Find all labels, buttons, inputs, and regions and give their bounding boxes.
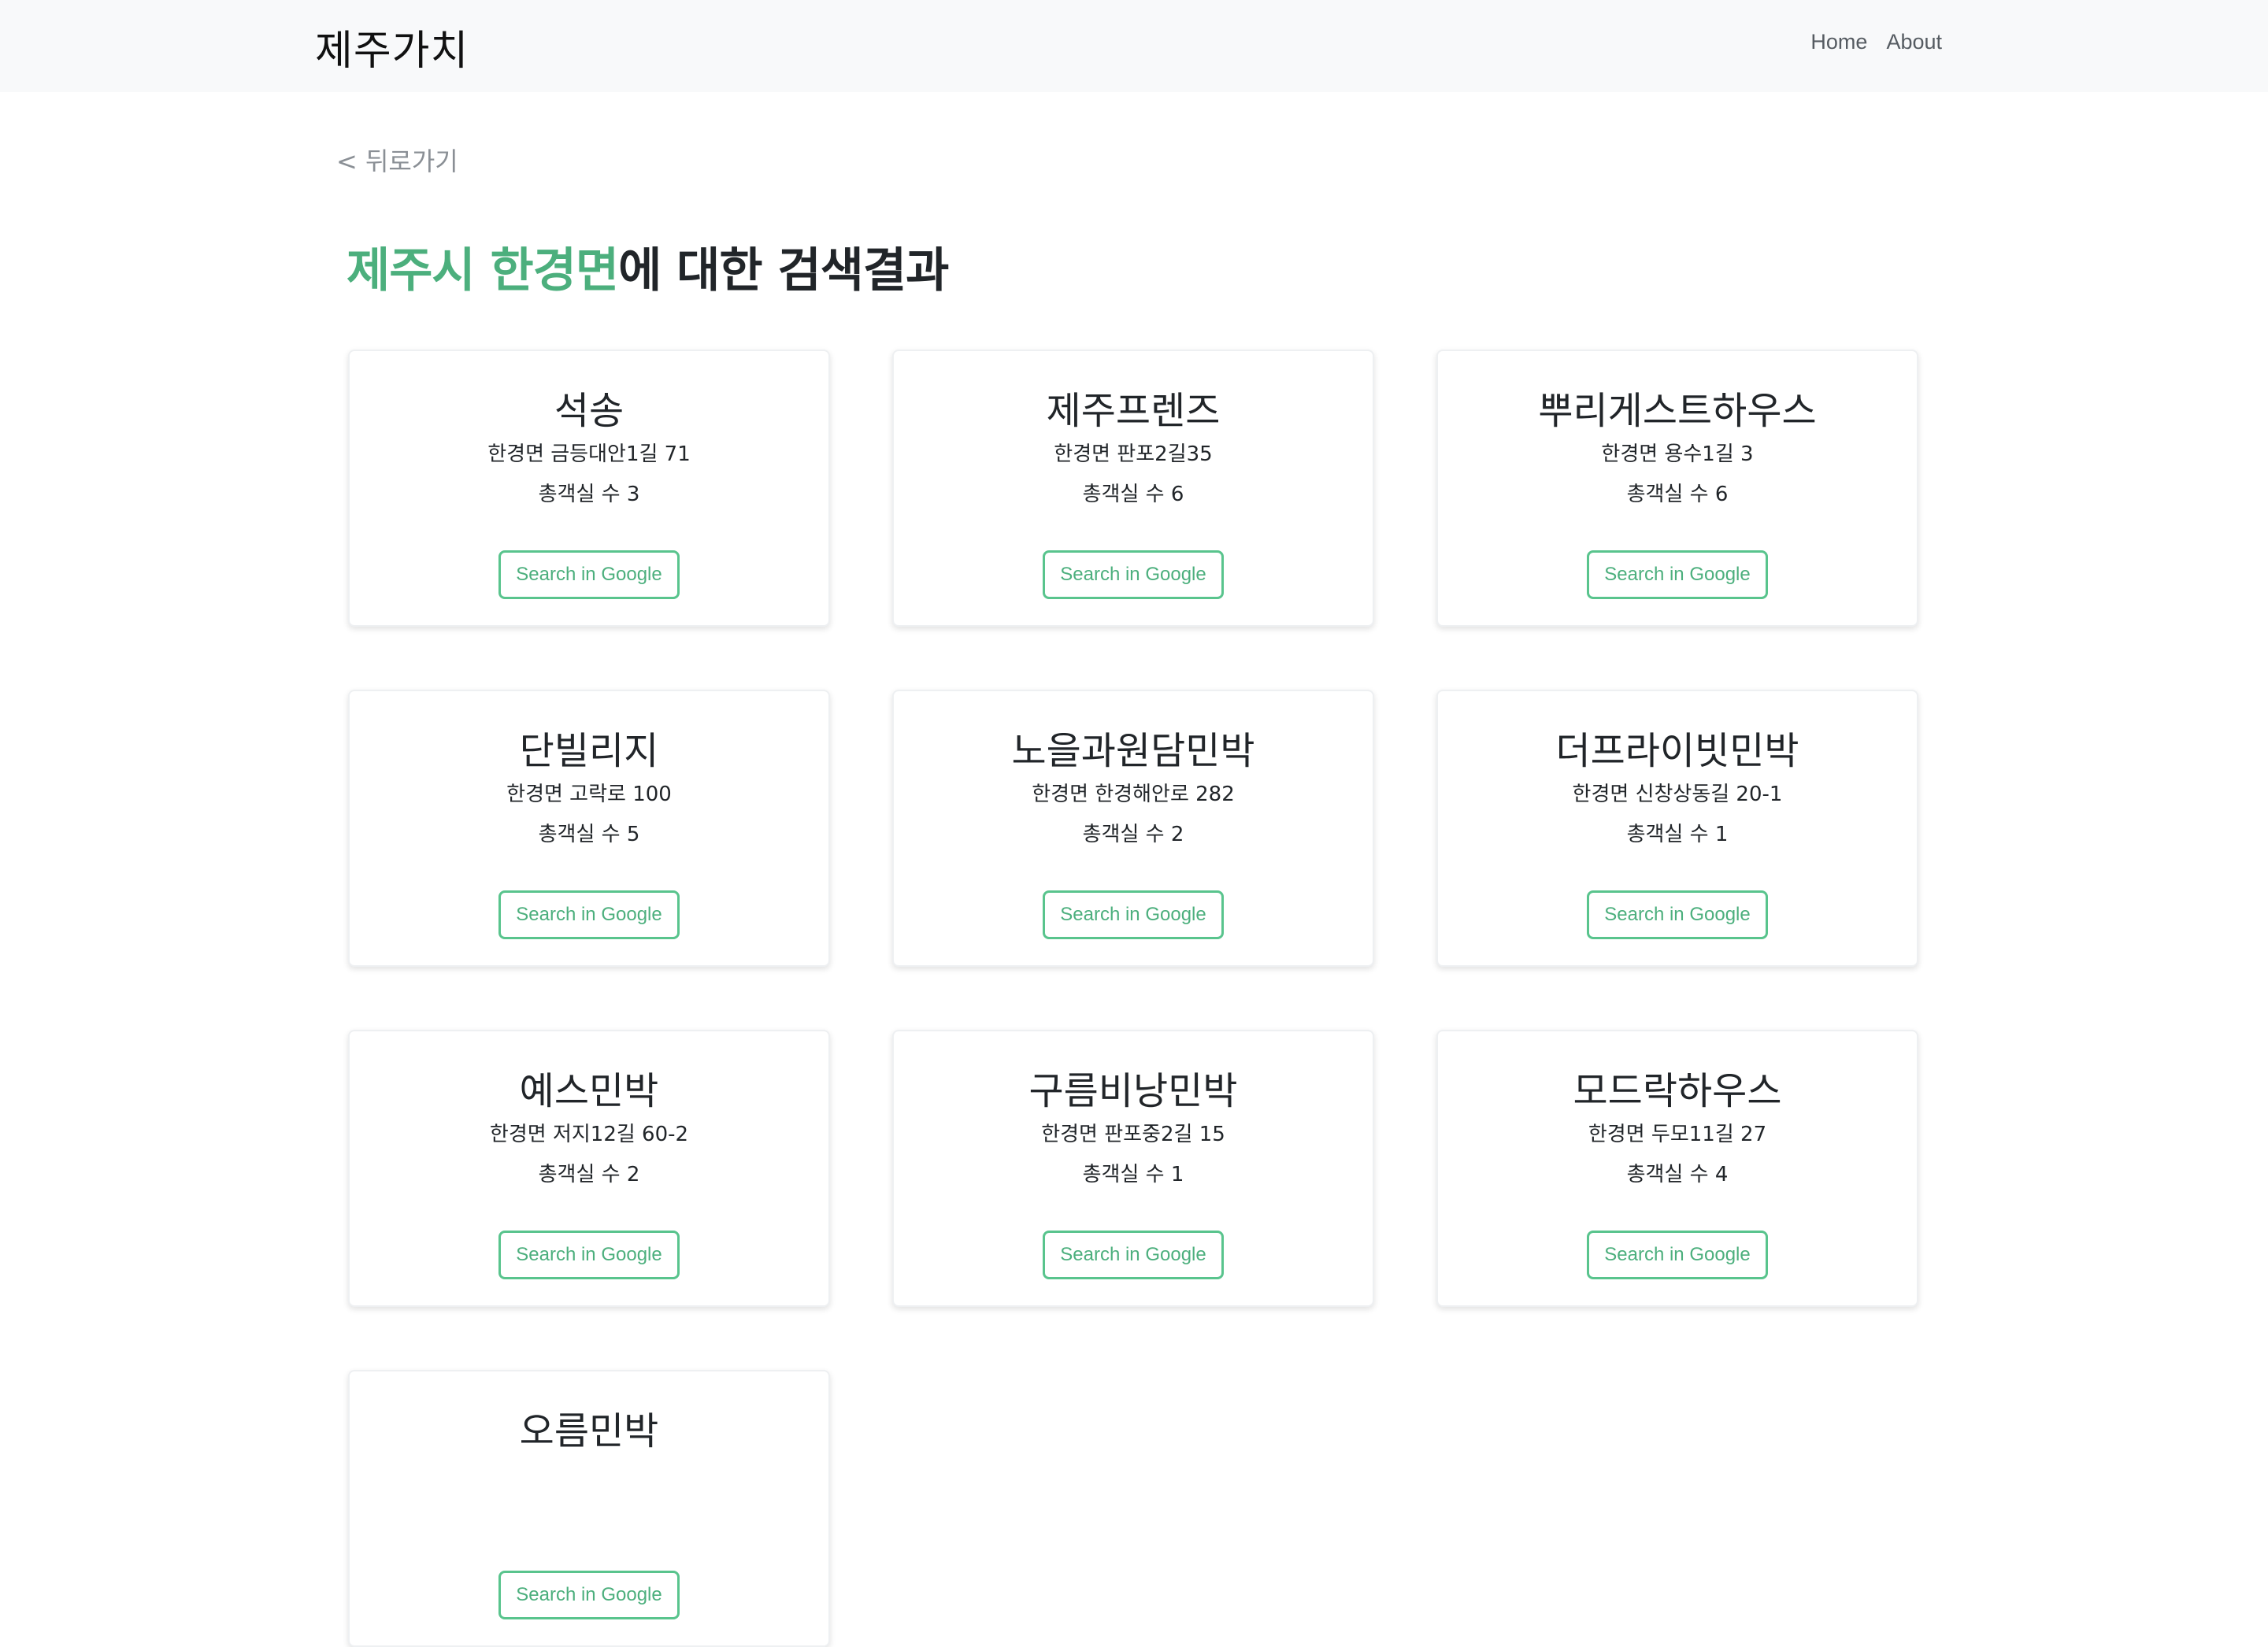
search-in-google-button[interactable]: Search in Google	[1043, 890, 1224, 939]
back-link[interactable]: < 뒤로가기	[336, 142, 458, 178]
card-address: 한경면 금등대안1길 71	[487, 442, 691, 466]
navbar: 제주가치 Home About	[0, 0, 2268, 92]
card-address: 한경면 신창상동길 20-1	[1572, 783, 1783, 806]
result-card: 모드락하우스한경면 두모11길 27 총객실 수 4 Search in Googl…	[1436, 1030, 1918, 1307]
search-in-google-button[interactable]: Search in Google	[498, 890, 680, 939]
card-room-count: 총객실 수 5	[538, 823, 640, 846]
search-in-google-button[interactable]: Search in Google	[498, 1571, 680, 1619]
nav-home-link[interactable]: Home	[1810, 30, 1867, 54]
card-title: 예스민박	[519, 1069, 659, 1113]
card-address: 한경면 두모11길 27	[1588, 1123, 1767, 1146]
card-room-count: 총객실 수 6	[1626, 483, 1729, 506]
search-in-google-button[interactable]: Search in Google	[1043, 1231, 1224, 1279]
search-in-google-button[interactable]: Search in Google	[498, 550, 680, 599]
card-room-count: 총객실 수 2	[538, 1163, 640, 1186]
search-in-google-button[interactable]: Search in Google	[1043, 550, 1224, 599]
card-address: 한경면 용수1길 3	[1601, 442, 1754, 466]
brand-logo[interactable]: 제주가치	[315, 17, 469, 76]
search-in-google-button[interactable]: Search in Google	[1587, 550, 1768, 599]
card-address: 한경면 저지12길 60-2	[489, 1123, 689, 1146]
search-in-google-button[interactable]: Search in Google	[1587, 1231, 1768, 1279]
card-title: 노을과원담민박	[1011, 729, 1255, 773]
page-title-location: 제주시 한경면	[346, 243, 619, 298]
nav-about-link[interactable]: About	[1886, 30, 1942, 54]
card-title: 뿌리게스트하우스	[1538, 389, 1817, 433]
card-title: 제주프렌즈	[1046, 389, 1221, 433]
card-address: 한경면 판포2길35	[1054, 442, 1213, 466]
page-title: 제주시 한경면에 대한 검색결과	[346, 232, 949, 301]
card-title: 더프라이빗민박	[1555, 729, 1799, 773]
nav-links: Home About	[1810, 30, 1942, 54]
result-card: 노을과원담민박한경면 한경해안로 282 총객실 수 2 Search in Goo…	[892, 690, 1374, 967]
result-card: 오름민박 Search in Google	[348, 1370, 830, 1647]
card-room-count: 총객실 수 4	[1626, 1163, 1729, 1186]
card-address: 한경면 판포중2길 15	[1041, 1123, 1225, 1146]
result-card: 더프라이빗민박한경면 신창상동길 20-1 총객실 수 1 Search in Go…	[1436, 690, 1918, 967]
card-room-count: 총객실 수 6	[1082, 483, 1184, 506]
card-room-count: 총객실 수 1	[1626, 823, 1729, 846]
result-card: 단빌리지한경면 고락로 100 총객실 수 5 Search in Google	[348, 690, 830, 967]
result-card: 석송한경면 금등대안1길 71 총객실 수 3 Search in Google	[348, 350, 830, 627]
card-title: 단빌리지	[519, 729, 659, 773]
result-card: 구름비낭민박한경면 판포중2길 15 총객실 수 1 Search in Googl…	[892, 1030, 1374, 1307]
card-address: 한경면 한경해안로 282	[1032, 783, 1235, 806]
card-room-count: 총객실 수 2	[1082, 823, 1184, 846]
card-room-count: 총객실 수 3	[538, 483, 640, 506]
card-room-count: 총객실 수 1	[1082, 1163, 1184, 1186]
result-card: 뿌리게스트하우스한경면 용수1길 3 총객실 수 6 Search in Googl…	[1436, 350, 1918, 627]
card-title: 모드락하우스	[1573, 1069, 1782, 1113]
search-in-google-button[interactable]: Search in Google	[498, 1231, 680, 1279]
card-title: 오름민박	[519, 1409, 659, 1453]
card-title: 구름비낭민박	[1028, 1069, 1238, 1113]
search-in-google-button[interactable]: Search in Google	[1587, 890, 1768, 939]
page-title-suffix: 에 대한 검색결과	[618, 243, 949, 298]
result-card: 제주프렌즈한경면 판포2길35 총객실 수 6 Search in Google	[892, 350, 1374, 627]
card-address: 한경면 고락로 100	[506, 783, 672, 806]
result-card: 예스민박한경면 저지12길 60-2 총객실 수 2 Search in Googl…	[348, 1030, 830, 1307]
card-title: 석송	[554, 389, 624, 433]
